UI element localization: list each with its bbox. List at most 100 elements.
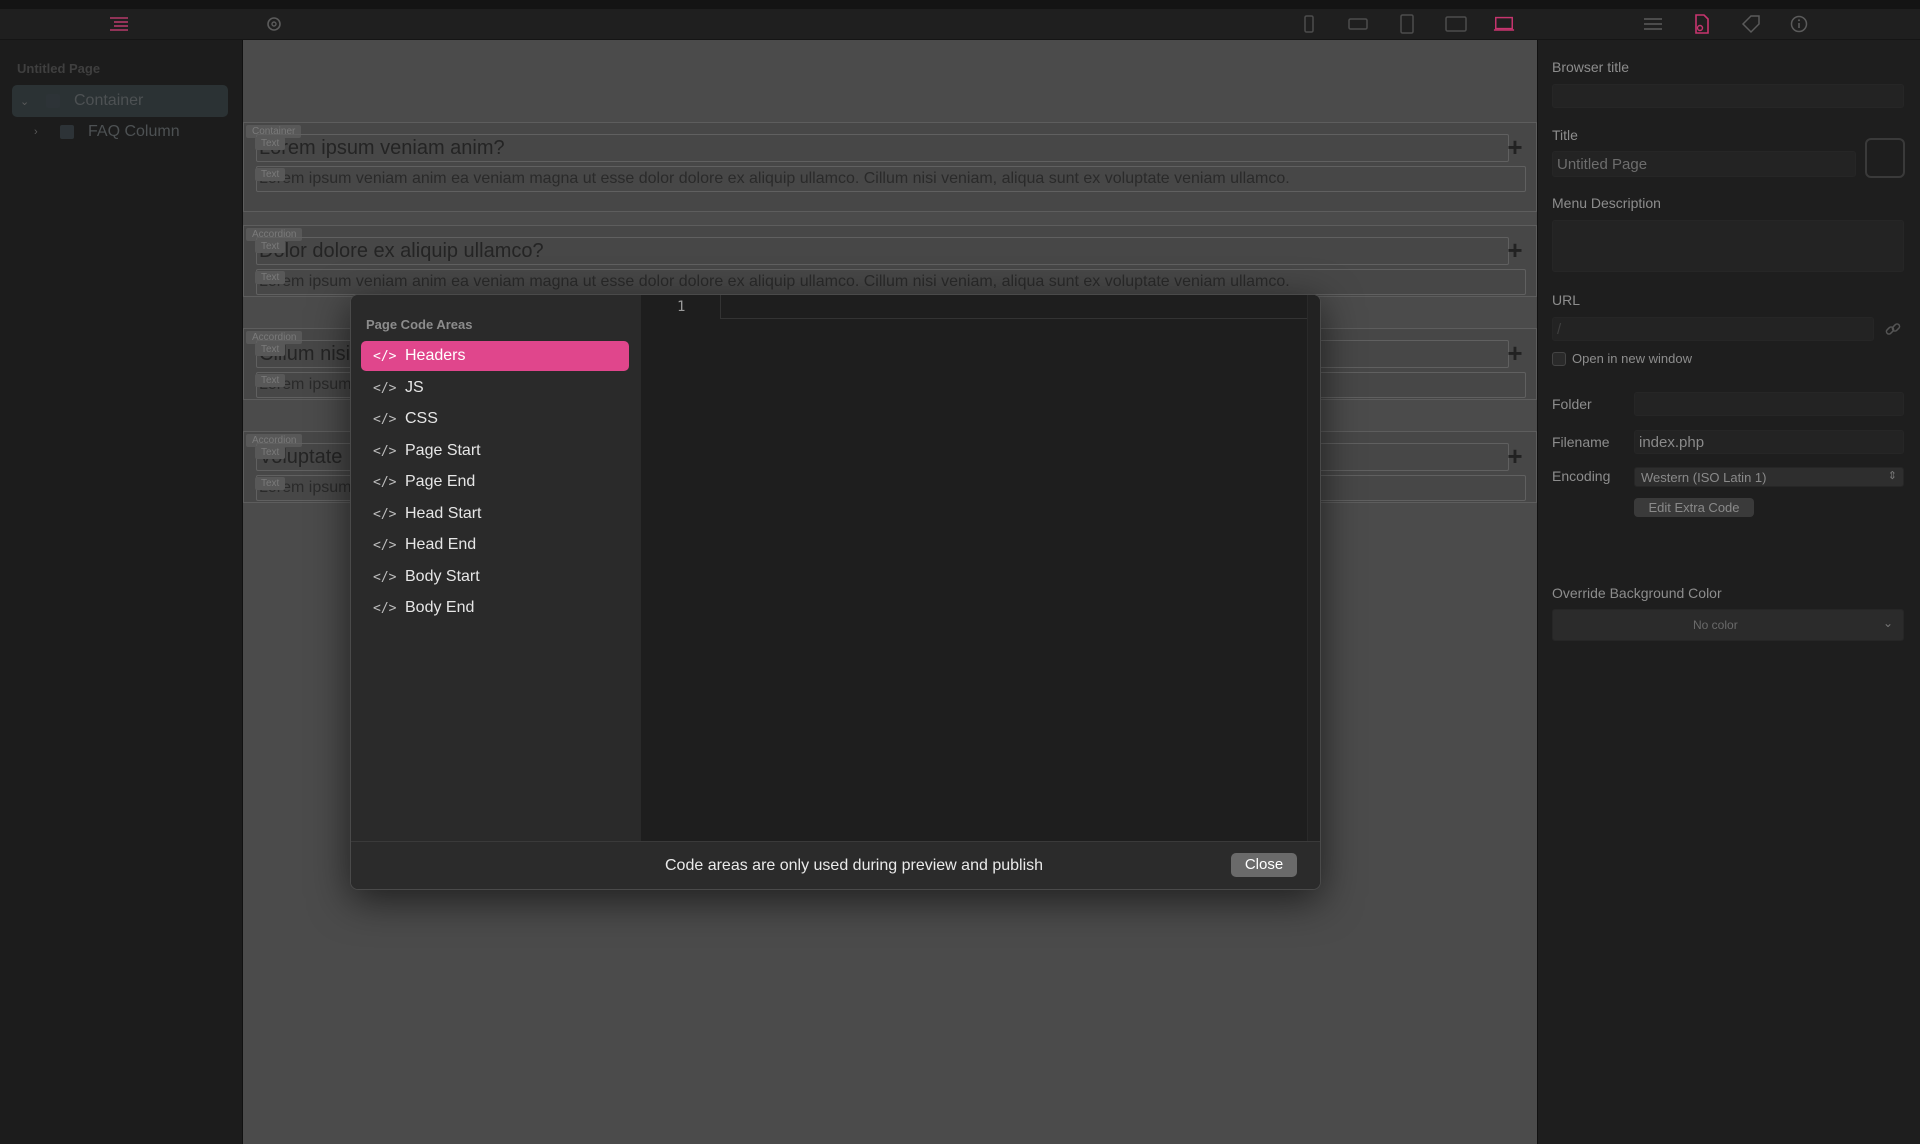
title-field[interactable]: Untitled Page — [1552, 151, 1856, 177]
title-value: Untitled Page — [1557, 156, 1648, 173]
code-area-head-start[interactable]: </> Head Start — [361, 499, 629, 529]
outline-sidebar: Untitled Page ⌄ Container › FAQ Column — [0, 40, 243, 1144]
element-tag: Text — [255, 240, 286, 253]
gear-icon[interactable] — [263, 13, 285, 35]
element-tag: Text — [255, 446, 286, 459]
outline-list-icon[interactable] — [108, 13, 130, 35]
element-tag: Text — [255, 477, 286, 490]
code-icon: </> — [373, 348, 397, 364]
filename-label: Filename — [1552, 434, 1610, 450]
code-area-label: Body End — [405, 599, 475, 616]
add-icon[interactable]: + — [1503, 443, 1527, 469]
current-line-highlight — [720, 295, 1320, 319]
page-code-areas-dialog: Page Code Areas </> Headers </> JS </> C… — [350, 294, 1321, 890]
encoding-select[interactable]: Western (ISO Latin 1) ⇕ — [1634, 467, 1904, 487]
element-tag: Text — [255, 271, 286, 284]
link-icon[interactable] — [1884, 320, 1902, 343]
code-area-label: Head Start — [405, 505, 482, 522]
code-area-label: Headers — [405, 347, 466, 364]
column-icon — [60, 125, 74, 139]
browser-title-label: Browser title — [1552, 59, 1630, 75]
code-area-head-end[interactable]: </> Head End — [361, 530, 629, 560]
code-area-body-end[interactable]: </> Body End — [361, 593, 629, 623]
faq-block[interactable]: Container Lorem ipsum veniam anim? Text … — [243, 122, 1537, 212]
folder-field[interactable] — [1634, 392, 1904, 416]
background-color-select[interactable]: No color ⌄ — [1552, 609, 1904, 641]
sidebar-item-container[interactable]: ⌄ Container — [12, 85, 228, 117]
element-tag: Text — [255, 374, 286, 387]
code-editor[interactable]: 1 — [641, 295, 1320, 841]
title-label: Title — [1552, 127, 1578, 143]
folder-label: Folder — [1552, 396, 1592, 412]
encoding-label: Encoding — [1552, 468, 1611, 484]
code-area-label: JS — [405, 379, 424, 396]
code-area-label: Body Start — [405, 568, 480, 585]
code-areas-list: Page Code Areas </> Headers </> JS </> C… — [351, 295, 641, 841]
code-icon: </> — [373, 537, 397, 553]
tablet-landscape-icon[interactable] — [1445, 13, 1467, 35]
code-area-label: Head End — [405, 536, 477, 553]
code-area-label: CSS — [405, 410, 438, 427]
faq-block[interactable]: Accordion Dolor dolore ex aliquip ullamc… — [243, 225, 1537, 297]
phone-portrait-icon[interactable] — [1298, 13, 1320, 35]
element-tag: Text — [255, 343, 286, 356]
code-area-headers[interactable]: </> Headers — [361, 341, 629, 371]
code-areas-heading: Page Code Areas — [366, 317, 473, 332]
editor-scrollbar[interactable] — [1307, 295, 1320, 841]
code-area-body-start[interactable]: </> Body Start — [361, 562, 629, 592]
close-button[interactable]: Close — [1231, 853, 1297, 877]
tag-icon[interactable] — [1740, 13, 1762, 35]
faq-answer[interactable]: Lorem ipsum veniam anim ea veniam magna … — [256, 166, 1526, 192]
encoding-value: Western (ISO Latin 1) — [1641, 470, 1767, 485]
sidebar-item-label: Container — [74, 92, 144, 109]
add-icon[interactable]: + — [1503, 237, 1527, 263]
code-icon: </> — [373, 600, 397, 616]
override-bg-label: Override Background Color — [1552, 585, 1722, 601]
top-toolbar — [0, 0, 1920, 40]
url-field[interactable]: / — [1552, 317, 1874, 341]
page-settings-icon[interactable] — [1691, 13, 1713, 35]
code-icon: </> — [373, 569, 397, 585]
open-new-window-label: Open in new window — [1572, 351, 1692, 366]
page-icon-well[interactable] — [1865, 138, 1905, 178]
url-value: / — [1557, 321, 1562, 338]
chevron-right-icon[interactable]: › — [34, 126, 50, 138]
code-icon: </> — [373, 443, 397, 459]
page-settings-panel: Browser title Title Untitled Page Menu D… — [1537, 40, 1920, 1144]
menu-description-label: Menu Description — [1552, 195, 1661, 211]
open-new-window-checkbox[interactable] — [1552, 352, 1566, 366]
tablet-portrait-icon[interactable] — [1396, 13, 1418, 35]
chevron-down-icon[interactable]: ⌄ — [20, 95, 36, 108]
edit-extra-code-button[interactable]: Edit Extra Code — [1634, 498, 1754, 517]
sliders-icon[interactable] — [1642, 13, 1664, 35]
element-tag: Text — [255, 168, 286, 181]
code-area-css[interactable]: </> CSS — [361, 404, 629, 434]
desktop-icon[interactable] — [1493, 13, 1515, 35]
element-tag: Text — [255, 137, 286, 150]
chevron-down-icon: ⌄ — [1882, 616, 1893, 630]
browser-title-field[interactable] — [1552, 84, 1904, 108]
phone-landscape-icon[interactable] — [1347, 13, 1369, 35]
add-icon[interactable]: + — [1503, 340, 1527, 366]
sidebar-item-faq-column[interactable]: › FAQ Column — [12, 116, 228, 148]
add-icon[interactable]: + — [1503, 134, 1527, 160]
code-icon: </> — [373, 380, 397, 396]
code-area-js[interactable]: </> JS — [361, 373, 629, 403]
title-strip — [0, 0, 1920, 9]
code-icon: </> — [373, 474, 397, 490]
info-icon[interactable] — [1788, 13, 1810, 35]
filename-field[interactable]: index.php — [1634, 430, 1904, 454]
faq-question[interactable]: Lorem ipsum veniam anim? — [256, 134, 1509, 162]
faq-question[interactable]: Dolor dolore ex aliquip ullamco? — [256, 237, 1509, 265]
code-area-page-start[interactable]: </> Page Start — [361, 436, 629, 466]
container-icon — [46, 94, 60, 108]
code-icon: </> — [373, 506, 397, 522]
sidebar-title: Untitled Page — [17, 61, 101, 76]
faq-answer[interactable]: Lorem ipsum veniam anim ea veniam magna … — [256, 269, 1526, 295]
menu-description-field[interactable] — [1552, 220, 1904, 272]
no-color-value: No color — [1693, 618, 1738, 632]
code-area-label: Page End — [405, 473, 476, 490]
code-area-page-end[interactable]: </> Page End — [361, 467, 629, 497]
filename-value: index.php — [1639, 434, 1705, 451]
select-arrows-icon: ⇕ — [1887, 470, 1897, 482]
